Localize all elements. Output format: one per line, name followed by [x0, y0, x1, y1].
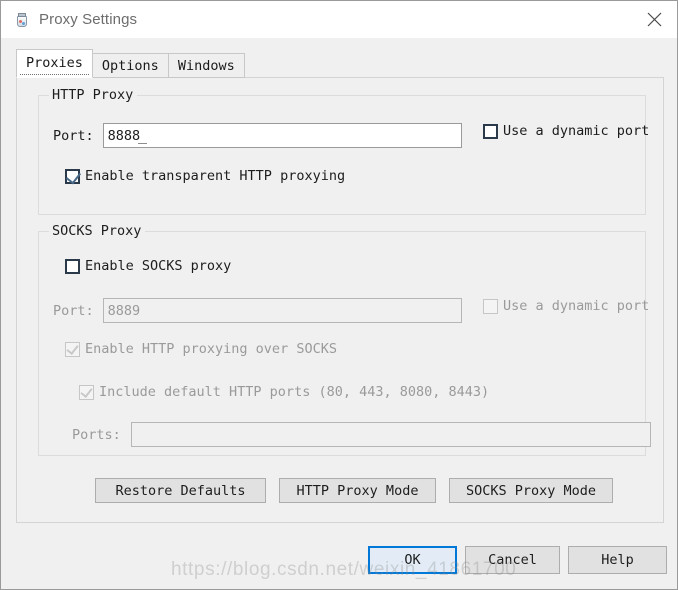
- window-title: Proxy Settings: [39, 11, 138, 28]
- socks-http-over-socks-label: Enable HTTP proxying over SOCKS: [85, 341, 337, 357]
- ok-button[interactable]: OK: [368, 546, 457, 574]
- tab-proxies-label: Proxies: [26, 55, 83, 71]
- cancel-button[interactable]: Cancel: [465, 546, 560, 574]
- ok-label: OK: [404, 552, 421, 568]
- http-dynamic-port-checkbox[interactable]: [483, 123, 498, 139]
- tab-windows-label: Windows: [177, 58, 235, 74]
- socks-proxy-mode-label: SOCKS Proxy Mode: [465, 482, 597, 499]
- http-port-label: Port:: [53, 127, 94, 144]
- tab-options[interactable]: Options: [91, 53, 169, 78]
- socks-proxy-group-title: SOCKS Proxy: [49, 223, 146, 239]
- tab-windows[interactable]: Windows: [167, 53, 245, 78]
- http-port-value: 8888: [107, 127, 141, 144]
- socks-include-default-ports-label: Include default HTTP ports (80, 443, 808…: [99, 384, 490, 400]
- titlebar: Proxy Settings: [1, 1, 677, 38]
- socks-enable-checkbox[interactable]: [65, 258, 80, 274]
- socks-include-default-ports-row[interactable]: Include default HTTP ports (80, 443, 808…: [79, 384, 489, 400]
- http-proxy-mode-button[interactable]: HTTP Proxy Mode: [279, 478, 436, 503]
- socks-dynamic-port-label: Use a dynamic port: [503, 298, 650, 314]
- http-proxy-group: HTTP Proxy Port: 8888 Use a dynamic port…: [38, 87, 649, 215]
- cancel-label: Cancel: [488, 552, 537, 568]
- socks-port-label: Port:: [53, 302, 94, 319]
- http-port-input[interactable]: 8888: [102, 123, 462, 148]
- http-transparent-row[interactable]: Enable transparent HTTP proxying: [65, 168, 345, 184]
- socks-dynamic-port-row[interactable]: Use a dynamic port: [483, 298, 649, 314]
- proxies-tab-panel: HTTP Proxy Port: 8888 Use a dynamic port…: [16, 77, 664, 523]
- dialog-footer: OK Cancel Help: [1, 546, 677, 589]
- restore-defaults-label: Restore Defaults: [115, 482, 246, 499]
- mode-button-bar: Restore Defaults HTTP Proxy Mode SOCKS P…: [95, 478, 613, 503]
- tab-focus-indicator: [20, 74, 89, 75]
- socks-port-value: 8889: [107, 302, 141, 319]
- tabstrip: Proxies Options Windows: [16, 49, 245, 78]
- tab-proxies[interactable]: Proxies: [16, 49, 93, 78]
- http-dynamic-port-row[interactable]: Use a dynamic port: [483, 123, 649, 139]
- proxy-settings-dialog: Proxy Settings Proxies Options Windows H…: [0, 0, 678, 590]
- socks-port-input[interactable]: 8889: [102, 298, 462, 323]
- help-label: Help: [601, 552, 634, 568]
- socks-dynamic-port-checkbox[interactable]: [483, 298, 498, 314]
- socks-enable-row[interactable]: Enable SOCKS proxy: [65, 258, 231, 274]
- http-transparent-label: Enable transparent HTTP proxying: [85, 168, 346, 184]
- socks-http-over-socks-row[interactable]: Enable HTTP proxying over SOCKS: [65, 341, 337, 357]
- socks-port-row: Port: 8889: [53, 298, 462, 323]
- http-transparent-checkbox[interactable]: [65, 168, 82, 184]
- socks-enable-label: Enable SOCKS proxy: [85, 258, 232, 274]
- socks-http-over-socks-checkbox[interactable]: [65, 341, 80, 357]
- tab-options-label: Options: [101, 58, 159, 74]
- http-proxy-group-title: HTTP Proxy: [49, 87, 138, 103]
- restore-defaults-button[interactable]: Restore Defaults: [95, 478, 266, 503]
- socks-ports-input[interactable]: [130, 422, 651, 447]
- http-port-row: Port: 8888: [53, 123, 462, 148]
- help-button[interactable]: Help: [568, 546, 667, 574]
- socks-proxy-group: SOCKS Proxy Enable SOCKS proxy Port: 888…: [38, 223, 651, 456]
- close-icon[interactable]: [631, 1, 677, 38]
- text-caret: [137, 143, 147, 144]
- socks-include-default-ports-checkbox[interactable]: [79, 384, 94, 400]
- socks-proxy-mode-button[interactable]: SOCKS Proxy Mode: [449, 478, 613, 503]
- http-dynamic-port-label: Use a dynamic port: [503, 123, 650, 139]
- socks-ports-label: Ports:: [72, 426, 121, 443]
- jar-icon: [14, 12, 30, 28]
- http-proxy-mode-label: HTTP Proxy Mode: [296, 482, 419, 499]
- socks-ports-row: Ports:: [72, 422, 651, 447]
